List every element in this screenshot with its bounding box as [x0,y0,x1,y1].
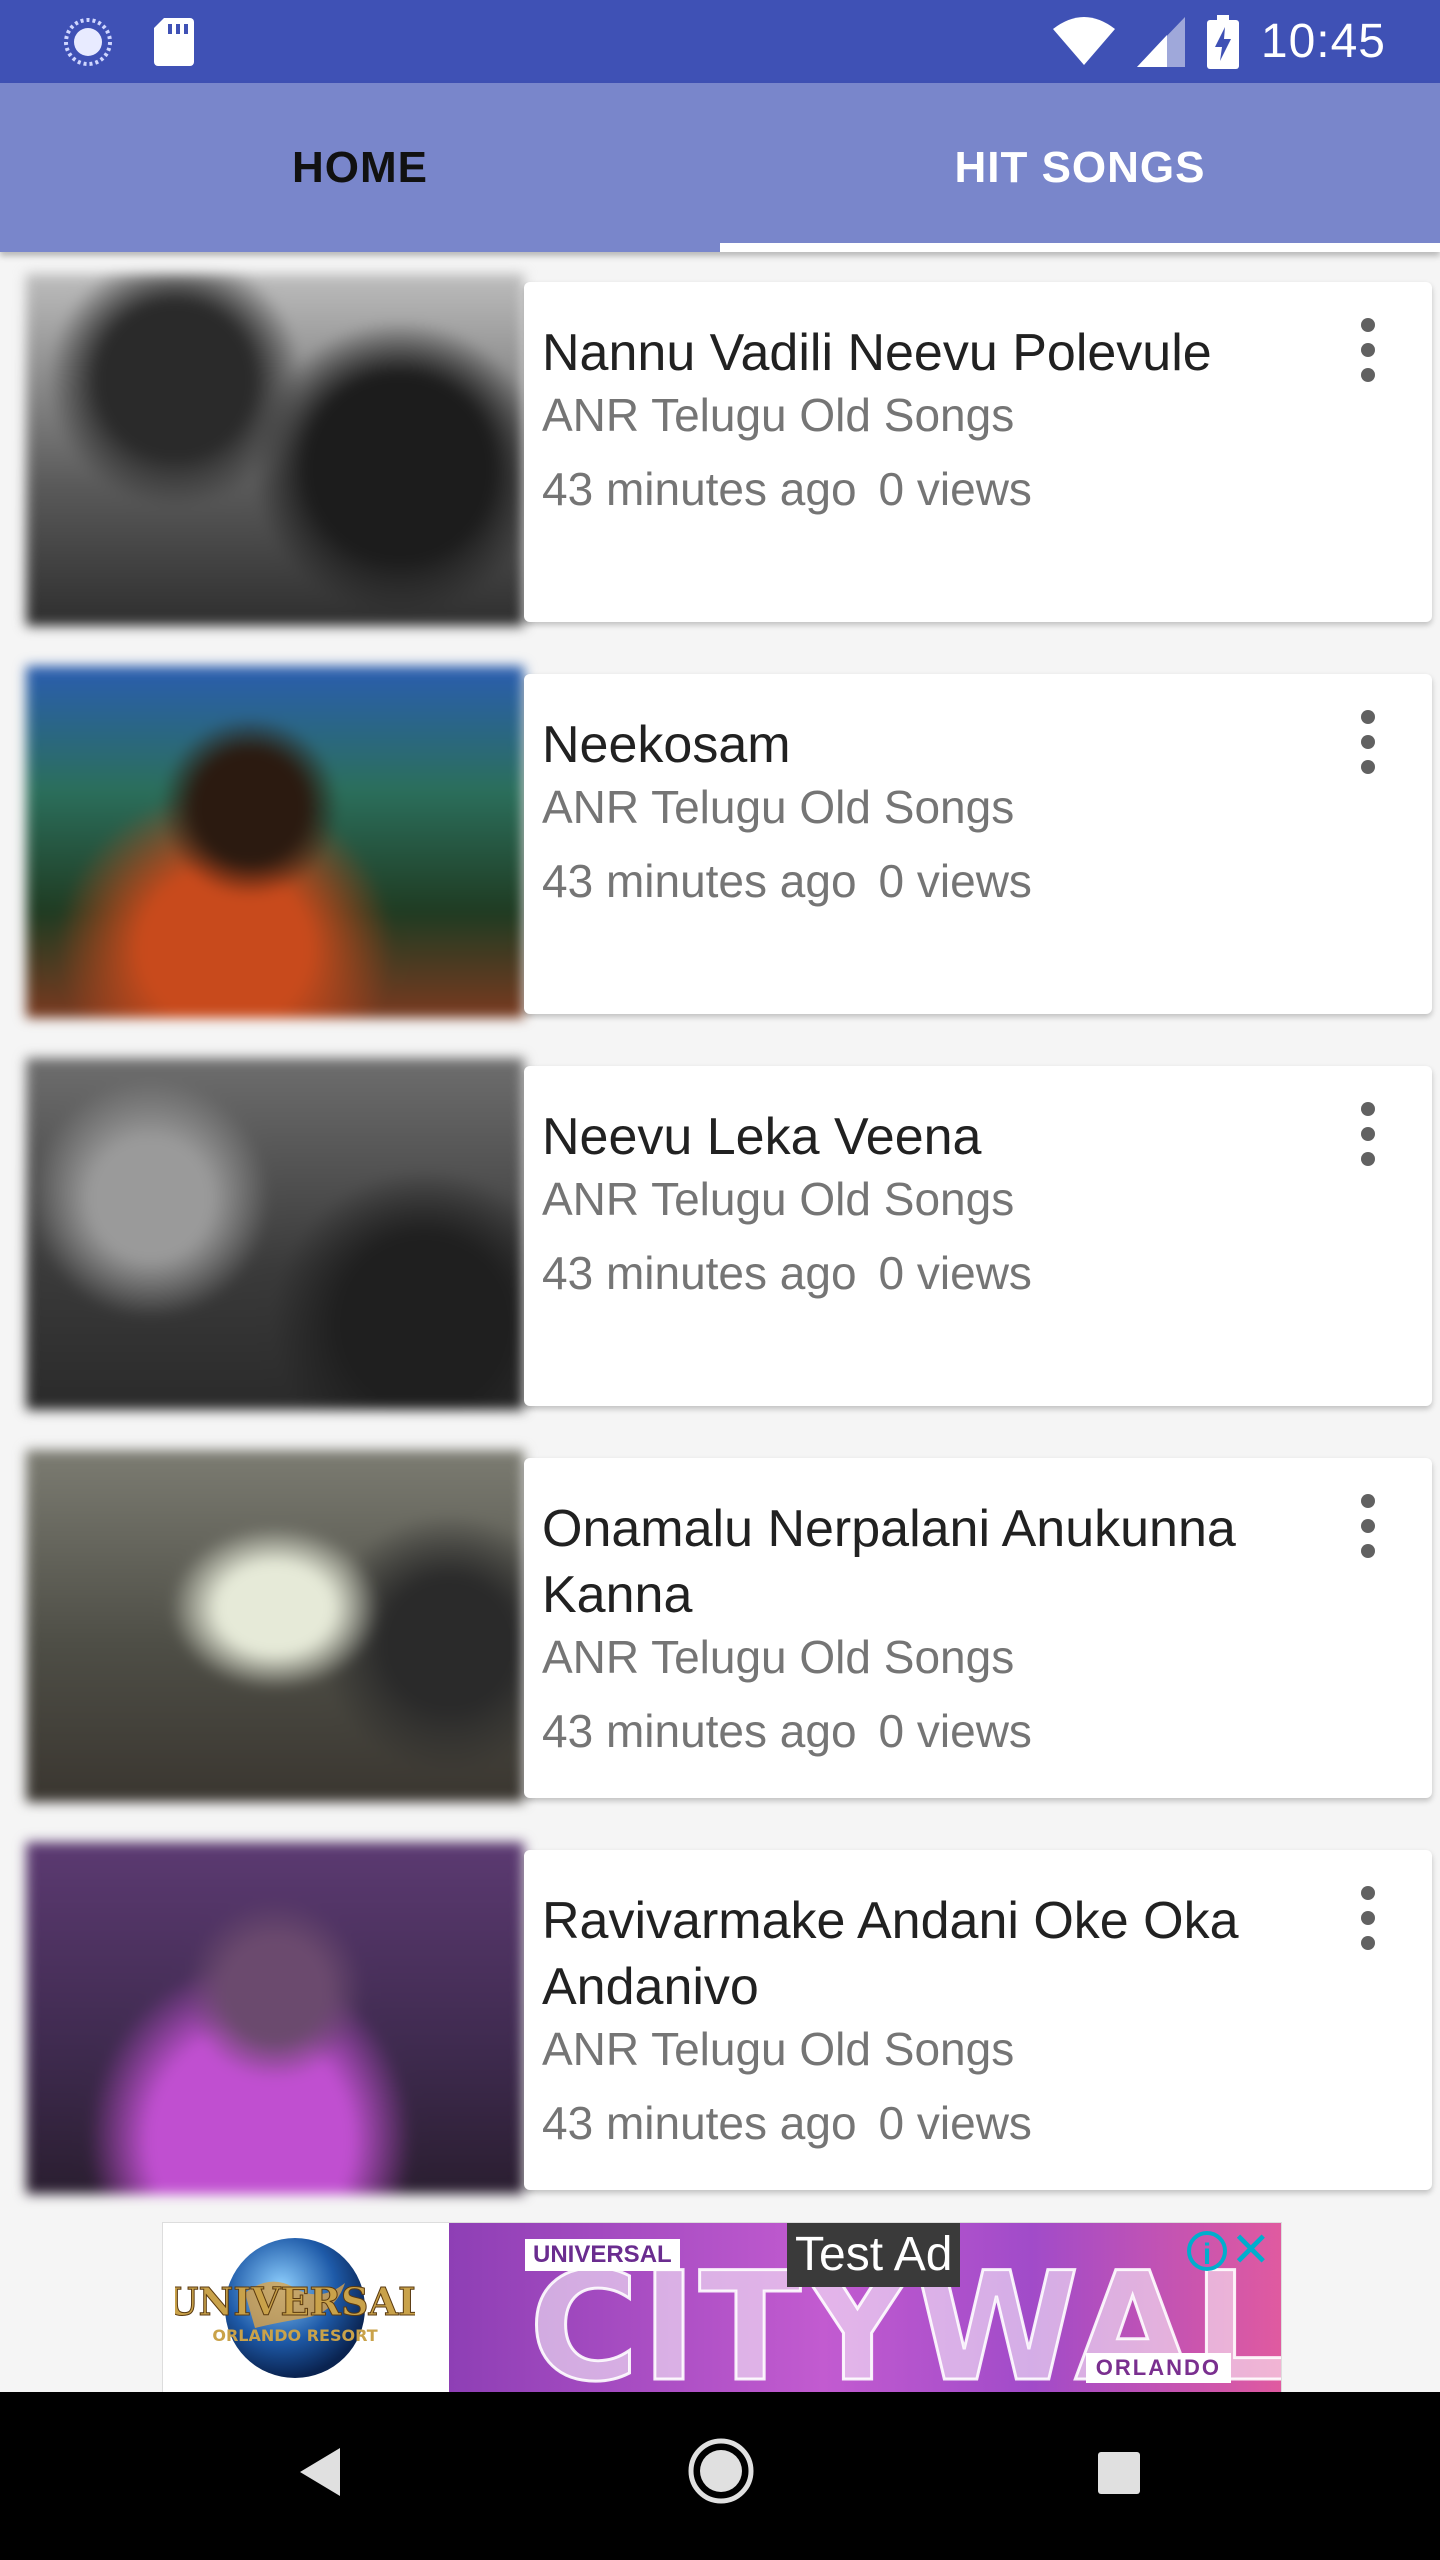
list-item[interactable]: Neevu Leka Veena ANR Telugu Old Songs 43… [26,1058,1432,1410]
battery-charging-icon [1206,15,1239,69]
video-card[interactable]: Neekosam ANR Telugu Old Songs 43 minutes… [524,674,1432,1014]
video-thumbnail[interactable] [26,1842,524,2194]
video-card[interactable]: Neevu Leka Veena ANR Telugu Old Songs 43… [524,1066,1432,1406]
ad-banner-prefix: UNIVERSAL [525,2239,680,2271]
list-item[interactable]: Nannu Vadili Neevu Polevule ANR Telugu O… [26,274,1432,626]
video-card[interactable]: Onamalu Nerpalani Anukunna Kanna ANR Tel… [524,1458,1432,1798]
video-stats: 43 minutes ago 0 views [542,1704,1032,1758]
video-stats: 43 minutes ago 0 views [542,462,1032,516]
tab-bar: HOME HIT SONGS [0,83,1440,252]
wifi-icon [1052,17,1115,65]
video-channel: ANR Telugu Old Songs [542,2023,1015,2075]
video-card[interactable]: Ravivarmake Andani Oke Oka Andanivo ANR … [524,1850,1432,2190]
recent-apps-icon[interactable] [1098,2452,1140,2494]
video-title: Onamalu Nerpalani Anukunna Kanna [542,1500,1236,1624]
video-time-ago: 43 minutes ago [542,1705,857,1757]
video-views: 0 views [878,855,1032,907]
video-stats: 43 minutes ago 0 views [542,1246,1032,1300]
navigation-bar [0,2392,1440,2560]
list-item[interactable]: Onamalu Nerpalani Anukunna Kanna ANR Tel… [26,1450,1432,1802]
video-title: Nannu Vadili Neevu Polevule [542,324,1212,382]
back-icon[interactable] [296,2444,344,2500]
video-title: Neevu Leka Veena [542,1108,982,1166]
close-icon[interactable]: ✕ [1231,2225,1271,2277]
tab-indicator [720,243,1440,252]
video-views: 0 views [878,463,1032,515]
video-views: 0 views [878,2097,1032,2149]
list-item[interactable]: Ravivarmake Andani Oke Oka Andanivo ANR … [26,1842,1432,2194]
ad-area: UNIVERSAL ORLANDO RESORT CITYWALK UNIVER… [0,2218,1440,2394]
tab-home[interactable]: HOME [0,83,720,252]
tab-hit-songs[interactable]: HIT SONGS [720,83,1440,252]
home-icon[interactable] [688,2438,754,2504]
info-icon[interactable]: i [1187,2231,1227,2271]
video-title: Ravivarmake Andani Oke Oka Andanivo [542,1892,1239,2016]
svg-text:ORLANDO RESORT: ORLANDO RESORT [212,2326,377,2345]
video-channel: ANR Telugu Old Songs [542,1631,1015,1683]
video-time-ago: 43 minutes ago [542,2097,857,2149]
video-channel: ANR Telugu Old Songs [542,781,1015,833]
sd-card-icon [154,18,194,66]
sync-icon [64,18,112,66]
more-options-icon[interactable] [1348,710,1388,774]
video-title: Neekosam [542,716,791,774]
more-options-icon[interactable] [1348,1494,1388,1558]
video-channel: ANR Telugu Old Songs [542,1173,1015,1225]
video-time-ago: 43 minutes ago [542,1247,857,1299]
video-stats: 43 minutes ago 0 views [542,2096,1032,2150]
video-channel: ANR Telugu Old Songs [542,389,1015,441]
video-card[interactable]: Nannu Vadili Neevu Polevule ANR Telugu O… [524,282,1432,622]
video-time-ago: 43 minutes ago [542,463,857,515]
video-thumbnail[interactable] [26,274,524,626]
video-time-ago: 43 minutes ago [542,855,857,907]
status-time: 10:45 [1260,15,1386,68]
ad-banner[interactable]: UNIVERSAL ORLANDO RESORT CITYWALK UNIVER… [162,2222,1282,2394]
ad-banner-location: ORLANDO [1085,2353,1231,2383]
video-stats: 43 minutes ago 0 views [542,854,1032,908]
more-options-icon[interactable] [1348,318,1388,382]
more-options-icon[interactable] [1348,1102,1388,1166]
video-thumbnail[interactable] [26,666,524,1018]
status-bar: 10:45 [0,0,1440,83]
video-views: 0 views [878,1705,1032,1757]
video-thumbnail[interactable] [26,1450,524,1802]
video-views: 0 views [878,1247,1032,1299]
video-thumbnail[interactable] [26,1058,524,1410]
test-ad-label: Test Ad [787,2223,961,2287]
cell-signal-icon [1136,17,1185,67]
svg-text:UNIVERSAL: UNIVERSAL [175,2279,415,2324]
list-item[interactable]: Neekosam ANR Telugu Old Songs 43 minutes… [26,666,1432,1018]
universal-logo: UNIVERSAL ORLANDO RESORT [175,2238,415,2378]
more-options-icon[interactable] [1348,1886,1388,1950]
